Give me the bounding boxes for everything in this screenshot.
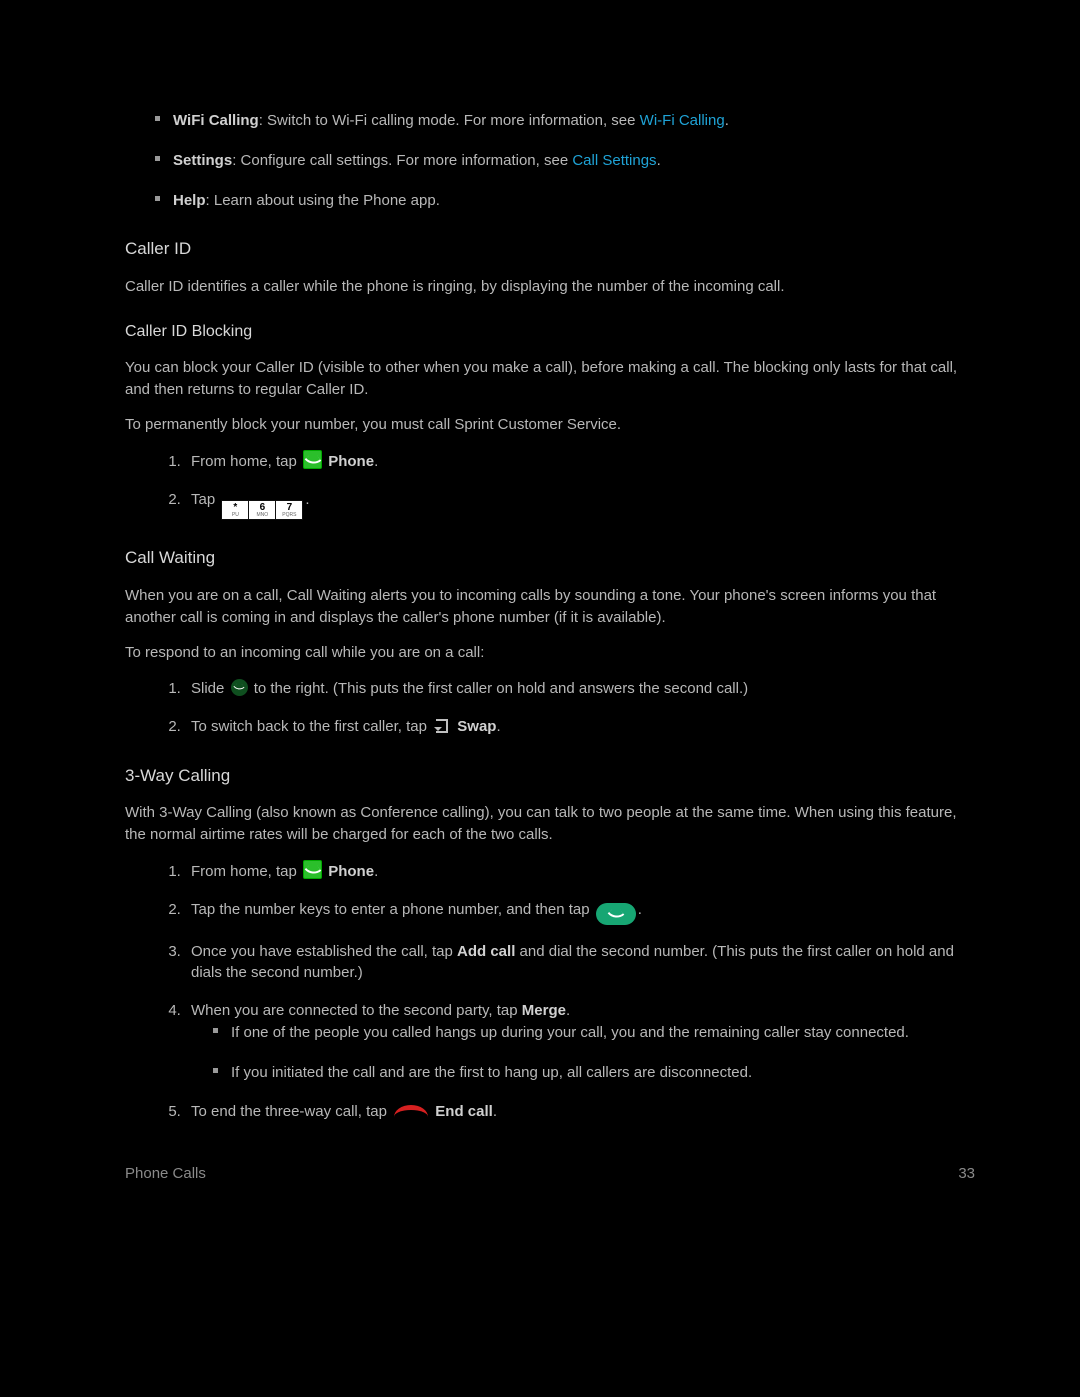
step-text-post: . <box>374 453 378 470</box>
blocking-step-1: From home, tap Phone. <box>185 450 975 473</box>
waiting-step-2: To switch back to the first caller, tap … <box>185 716 975 738</box>
threeway-step-3: Once you have established the call, tap … <box>185 941 975 985</box>
swap-icon <box>433 717 451 735</box>
blocking-steps: From home, tap Phone. Tap *PU 6MNO 7PQRS… <box>125 450 975 520</box>
blocking-step-2: Tap *PU 6MNO 7PQRS . <box>185 489 975 521</box>
bullet-label: Help <box>173 192 206 209</box>
step-text-post: . <box>493 1103 497 1120</box>
bullet-wifi-calling: WiFi Calling: Switch to Wi-Fi calling mo… <box>173 110 975 132</box>
threeway-sub-1: If one of the people you called hangs up… <box>231 1022 975 1044</box>
step-bold: End call <box>435 1103 493 1120</box>
paragraph-blocking-1: You can block your Caller ID (visible to… <box>125 357 975 401</box>
step-text-pre: To end the three-way call, tap <box>191 1103 391 1120</box>
bullet-tail: . <box>725 112 729 129</box>
answer-slide-icon <box>231 679 248 696</box>
step-text-post: . <box>566 1002 570 1019</box>
bullet-help: Help: Learn about using the Phone app. <box>173 190 975 212</box>
dial-button-icon <box>596 903 636 925</box>
step-text-post: . <box>496 718 500 735</box>
heading-caller-id: Caller ID <box>125 237 975 262</box>
phone-app-icon <box>303 860 322 879</box>
footer-section-title: Phone Calls <box>125 1163 206 1185</box>
key-star: *PU <box>222 501 248 519</box>
link-call-settings[interactable]: Call Settings <box>572 152 656 169</box>
threeway-step-4: When you are connected to the second par… <box>185 1000 975 1083</box>
bullet-label: Settings <box>173 152 232 169</box>
feature-bullets: WiFi Calling: Switch to Wi-Fi calling mo… <box>125 110 975 211</box>
paragraph-waiting-1: When you are on a call, Call Waiting ale… <box>125 585 975 629</box>
paragraph-waiting-2: To respond to an incoming call while you… <box>125 642 975 664</box>
step-text-pre: Tap <box>191 491 219 508</box>
step-text-post: . <box>638 901 642 918</box>
dialpad-keys-icon: *PU 6MNO 7PQRS <box>221 500 303 520</box>
step-bold: Add call <box>457 943 515 960</box>
page-footer: Phone Calls 33 <box>125 1163 975 1185</box>
step-text-pre: From home, tap <box>191 863 301 880</box>
bullet-label: WiFi Calling <box>173 112 259 129</box>
heading-three-way: 3-Way Calling <box>125 764 975 789</box>
step-text-pre: From home, tap <box>191 453 301 470</box>
step-text-post: to the right. (This puts the first calle… <box>250 680 749 697</box>
step-text-pre: Tap the number keys to enter a phone num… <box>191 901 594 918</box>
paragraph-caller-id: Caller ID identifies a caller while the … <box>125 276 975 298</box>
step-text-post: . <box>374 863 378 880</box>
step-bold: Phone <box>328 863 374 880</box>
step-text-post: . <box>305 491 309 508</box>
step-text-pre: Slide <box>191 680 229 697</box>
link-wifi-calling[interactable]: Wi-Fi Calling <box>640 112 725 129</box>
bullet-text: : Switch to Wi-Fi calling mode. For more… <box>259 112 640 129</box>
bullet-text: : Configure call settings. For more info… <box>232 152 572 169</box>
threeway-step-5: To end the three-way call, tap End call. <box>185 1101 975 1123</box>
heading-call-waiting: Call Waiting <box>125 546 975 571</box>
threeway-step-1: From home, tap Phone. <box>185 860 975 883</box>
step-text-pre: When you are connected to the second par… <box>191 1002 522 1019</box>
step-bold: Swap <box>457 718 496 735</box>
document-page: WiFi Calling: Switch to Wi-Fi calling mo… <box>0 0 1080 1397</box>
phone-app-icon <box>303 450 322 469</box>
waiting-step-1: Slide to the right. (This puts the first… <box>185 678 975 700</box>
paragraph-blocking-2: To permanently block your number, you mu… <box>125 414 975 436</box>
bullet-text: : Learn about using the Phone app. <box>206 192 440 209</box>
step-text-pre: To switch back to the first caller, tap <box>191 718 431 735</box>
key-6: 6MNO <box>249 501 275 519</box>
step-bold: Merge <box>522 1002 566 1019</box>
footer-page-number: 33 <box>958 1163 975 1185</box>
paragraph-three-way: With 3-Way Calling (also known as Confer… <box>125 802 975 846</box>
threeway-substeps: If one of the people you called hangs up… <box>191 1022 975 1084</box>
end-call-icon <box>394 1103 428 1119</box>
threeway-steps: From home, tap Phone. Tap the number key… <box>125 860 975 1123</box>
bullet-settings: Settings: Configure call settings. For m… <box>173 150 975 172</box>
threeway-step-2: Tap the number keys to enter a phone num… <box>185 899 975 925</box>
bullet-tail: . <box>657 152 661 169</box>
key-7: 7PQRS <box>276 501 302 519</box>
heading-caller-id-blocking: Caller ID Blocking <box>125 320 975 343</box>
waiting-steps: Slide to the right. (This puts the first… <box>125 678 975 738</box>
step-bold: Phone <box>328 453 374 470</box>
threeway-sub-2: If you initiated the call and are the fi… <box>231 1062 975 1084</box>
step-text-pre: Once you have established the call, tap <box>191 943 457 960</box>
